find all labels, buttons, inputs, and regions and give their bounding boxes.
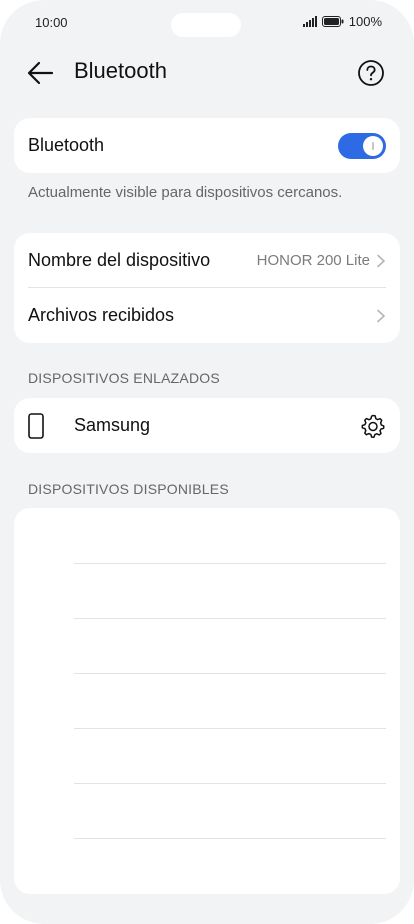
gear-icon[interactable]: [360, 413, 386, 439]
list-divider: [74, 563, 386, 564]
battery-icon: [321, 16, 344, 27]
battery-percentage: 100%: [348, 14, 382, 29]
signal-icon: [302, 16, 317, 27]
switch-knob: [363, 135, 383, 156]
paired-device-name: Samsung: [74, 415, 151, 435]
paired-devices-title: DISPOSITIVOS ENLAZADOS: [28, 370, 220, 386]
app-header: Bluetooth: [0, 52, 414, 94]
status-bar: 10:00 100%: [0, 0, 414, 48]
bluetooth-toggle-row[interactable]: Bluetooth: [14, 118, 400, 173]
bluetooth-label: Bluetooth: [28, 135, 105, 155]
chevron-right-icon: [377, 254, 385, 267]
visibility-hint: Actualmente visible para dispositivos ce…: [28, 184, 343, 201]
status-indicators: 100%: [302, 14, 382, 29]
received-files-row[interactable]: Archivos recibidos: [14, 288, 400, 343]
list-divider: [74, 783, 386, 784]
arrow-left-icon[interactable]: [26, 60, 54, 86]
question-circle-icon[interactable]: [357, 59, 385, 87]
chevron-right-icon: [377, 309, 385, 322]
bluetooth-toggle-card: Bluetooth: [14, 118, 400, 173]
list-divider: [74, 838, 386, 839]
smartphone-icon: [28, 412, 44, 439]
paired-devices-card: Samsung: [14, 398, 400, 453]
page-title: Bluetooth: [74, 58, 167, 83]
list-divider: [74, 673, 386, 674]
received-files-label: Archivos recibidos: [28, 305, 175, 325]
list-divider: [74, 728, 386, 729]
camera-cutout: [171, 13, 241, 37]
device-settings-card: Nombre del dispositivo HONOR 200 Lite Ar…: [14, 233, 400, 343]
paired-device-row[interactable]: Samsung: [14, 398, 400, 453]
phone-screen: 10:00 100% Bluetooth Bluetooth Actualmen…: [0, 0, 414, 924]
available-devices-title: DISPOSITIVOS DISPONIBLES: [28, 481, 229, 497]
list-divider: [74, 618, 386, 619]
available-devices-list: [14, 508, 400, 894]
status-time: 10:00: [35, 15, 68, 30]
device-name-label: Nombre del dispositivo: [28, 250, 211, 270]
bluetooth-switch[interactable]: [338, 132, 386, 159]
device-name-row[interactable]: Nombre del dispositivo HONOR 200 Lite: [14, 233, 400, 288]
device-name-value: HONOR 200 Lite: [256, 252, 370, 269]
